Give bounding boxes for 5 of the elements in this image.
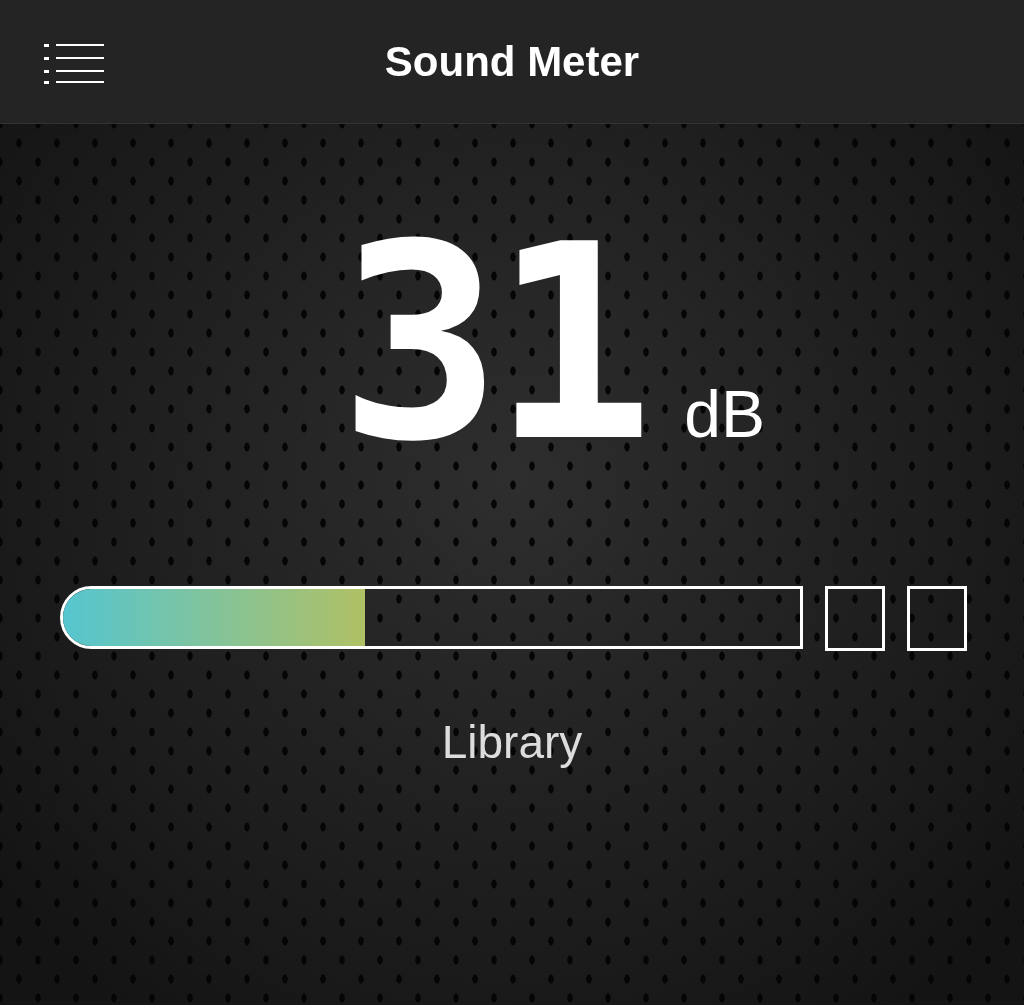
app-title: Sound Meter <box>384 37 640 86</box>
menu-icon[interactable] <box>44 44 104 84</box>
environment-label: Library <box>441 715 583 769</box>
unit-label: dB <box>684 376 765 452</box>
decibel-reading: 31 <box>339 224 645 464</box>
